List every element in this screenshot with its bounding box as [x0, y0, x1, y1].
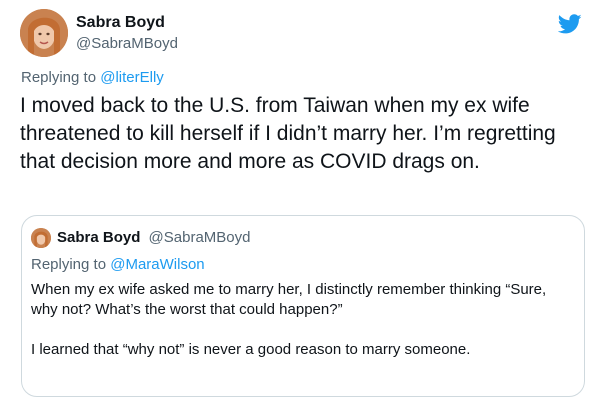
twitter-bird-icon[interactable] — [558, 12, 582, 36]
quoted-display-name[interactable]: Sabra Boyd — [57, 229, 140, 246]
user-handle[interactable]: @SabraMBoyd — [76, 34, 178, 54]
quoted-tweet[interactable]: Sabra Boyd @SabraMBoyd Replying to @Mara… — [21, 215, 585, 397]
quoted-paragraph: When my ex wife asked me to marry her, I… — [31, 281, 547, 318]
quoted-avatar[interactable] — [31, 228, 51, 248]
tweet-card: Sabra Boyd @SabraMBoyd Replying to @lite… — [0, 0, 600, 403]
replying-mention-link[interactable]: @literElly — [100, 69, 164, 86]
avatar-photo — [20, 9, 68, 57]
quoted-replying-to: Replying to @MaraWilson — [31, 255, 205, 275]
avatar[interactable] — [20, 9, 68, 57]
quoted-replying-prefix: Replying to — [31, 256, 107, 273]
display-name[interactable]: Sabra Boyd — [76, 13, 178, 33]
quoted-text: When my ex wife asked me to marry her, I… — [31, 280, 571, 360]
quoted-header: Sabra Boyd @SabraMBoyd — [57, 228, 250, 248]
quoted-paragraph: I learned that “why not” is never a good… — [31, 341, 471, 358]
author-block: Sabra Boyd @SabraMBoyd — [76, 13, 178, 54]
quoted-user-handle[interactable]: @SabraMBoyd — [149, 229, 251, 246]
replying-to: Replying to @literElly — [21, 68, 164, 88]
quoted-avatar-photo — [31, 228, 51, 248]
replying-prefix: Replying to — [21, 69, 97, 86]
tweet-text: I moved back to the U.S. from Taiwan whe… — [20, 94, 556, 173]
quoted-replying-mention-link[interactable]: @MaraWilson — [110, 256, 204, 273]
